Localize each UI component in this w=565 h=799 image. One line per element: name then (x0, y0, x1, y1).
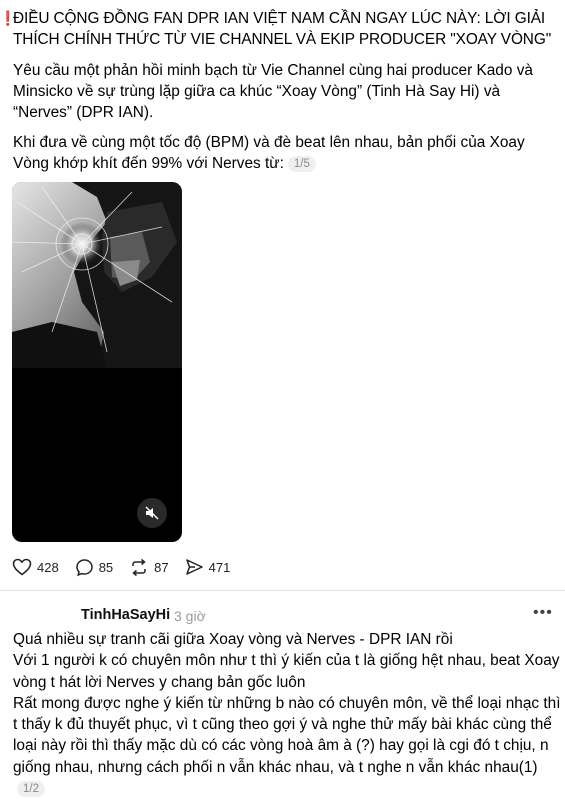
post-paragraph-text: Khi đưa về cùng một tốc độ (BPM) và đè b… (13, 134, 525, 172)
like-button[interactable]: 428 (12, 558, 59, 576)
reply-body: Quá nhiều sự tranh cãi giữa Xoay vòng và… (13, 629, 561, 799)
comment-count: 85 (98, 559, 114, 575)
repost-count: 87 (154, 559, 169, 575)
mute-toggle-button[interactable] (137, 498, 167, 528)
video-player[interactable] (12, 182, 182, 542)
repost-icon (132, 558, 146, 576)
post-paragraph: Yêu cầu một phản hồi minh bạch từ Vie Ch… (13, 62, 533, 121)
reply-timestamp: 3 giờ (174, 608, 206, 624)
reply-line: Với 1 người k có chuyên môn như t thì ý … (13, 652, 560, 691)
heart-icon (12, 558, 32, 576)
post-title: ĐIỀU CỘNG ĐỒNG FAN DPR IAN VIỆT NAM CẦN … (13, 10, 552, 48)
post-actions-bar: 428 85 87 471 (12, 556, 246, 578)
media-pager-badge[interactable]: 1/5 (287, 156, 316, 172)
reply-line: Quá nhiều sự tranh cãi giữa Xoay vòng và… (13, 631, 453, 648)
reply-media-pager-badge[interactable]: 1/2 (17, 781, 45, 798)
thread-divider (0, 590, 565, 591)
video-thumbnail (12, 182, 182, 368)
reply-line-text: Rất mong được nghe ý kiến từ những b nào… (13, 694, 561, 776)
repost-button[interactable]: 87 (129, 558, 169, 577)
comment-button[interactable]: 85 (75, 558, 113, 577)
send-icon (185, 559, 203, 575)
share-count: 471 (208, 559, 231, 575)
more-options-icon[interactable]: ••• (533, 604, 553, 622)
reply-username[interactable]: TinhHaSayHi (81, 607, 170, 623)
speaker-muted-icon (145, 506, 159, 520)
post-paragraph: Khi đưa về cùng một tốc độ (BPM) và đè b… (13, 132, 558, 174)
share-button[interactable]: 471 (185, 558, 231, 576)
comment-bubble-icon (75, 558, 93, 576)
like-count: 428 (37, 559, 59, 575)
reply-line: Rất mong được nghe ý kiến từ những b nào… (13, 693, 561, 799)
